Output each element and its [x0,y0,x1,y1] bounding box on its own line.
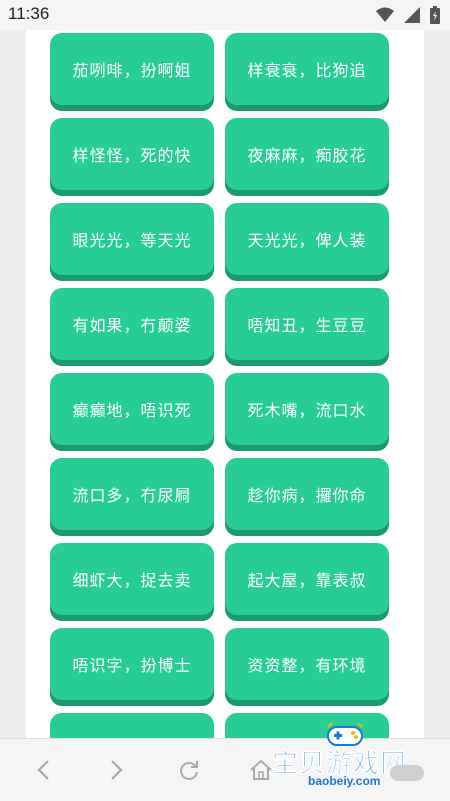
wifi-icon [376,7,394,23]
signal-icon [404,7,420,23]
phrase-button-3[interactable]: 样怪怪，死的快 [50,118,214,190]
back-icon [36,759,50,785]
phrase-button-17[interactable] [50,713,214,738]
phrase-button-9[interactable]: 癫癫地，唔识死 [50,373,214,445]
phrase-button-16[interactable]: 资资整，有环境 [225,628,389,700]
phrase-button-14[interactable]: 起大屋，靠表叔 [225,543,389,615]
phrase-button-6[interactable]: 天光光，俾人装 [225,203,389,275]
browser-nav-bar: 宝贝游戏网 baobeiy.com [0,722,450,801]
refresh-icon [178,759,200,785]
status-bar: 11:36 [0,0,450,30]
status-time: 11:36 [8,4,50,23]
battery-icon [430,6,440,24]
phrase-button-11[interactable]: 流口多，冇尿屙 [50,458,214,530]
phrase-button-2[interactable]: 样衰衰，比狗追 [225,33,389,105]
phrase-button-8[interactable]: 唔知丑，生豆豆 [225,288,389,360]
phrase-button-4[interactable]: 夜麻麻，痴胶花 [225,118,389,190]
watermark-url: baobeiy.com [308,774,381,788]
phrase-button-1[interactable]: 茄咧啡，扮啊姐 [50,33,214,105]
phrase-button-10[interactable]: 死木嘴，流口水 [225,373,389,445]
toggle-switch [390,765,424,781]
status-icons [376,6,440,24]
refresh-button[interactable] [174,757,204,787]
phrase-button-13[interactable]: 细虾大，捉去卖 [50,543,214,615]
phrase-button-7[interactable]: 有如果，冇颠婆 [50,288,214,360]
watermark-logo: 宝贝游戏网 baobeiy.com [272,722,448,797]
phrase-button-15[interactable]: 唔识字，扮博士 [50,628,214,700]
phrase-button-12[interactable]: 趁你病，攞你命 [225,458,389,530]
phrase-button-5[interactable]: 眼光光，等天光 [50,203,214,275]
forward-icon [110,759,124,785]
forward-button[interactable] [102,757,132,787]
phrase-grid: 茄咧啡，扮啊姐 样衰衰，比狗追 样怪怪，死的快 夜麻麻，痴胶花 眼光光，等天光 … [26,30,424,738]
back-button[interactable] [28,757,58,787]
home-icon [249,759,273,785]
